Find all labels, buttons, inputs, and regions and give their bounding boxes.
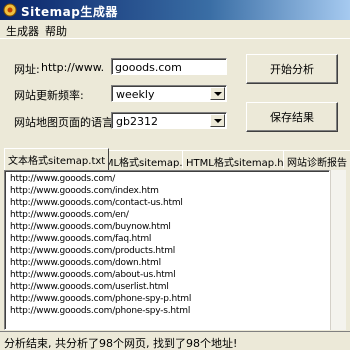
url-label: 网址: — [14, 63, 40, 76]
url-prefix: http://www. — [41, 61, 105, 74]
list-item: http://www.gooods.com/contact-us.html — [10, 198, 183, 208]
language-label: 网站地图页面的语言: — [14, 116, 117, 129]
window-title: Sitemap生成器 — [21, 5, 118, 19]
save-results-button[interactable]: 保存结果 — [246, 102, 338, 132]
menu-bar: 生成器 帮助 — [0, 20, 350, 39]
list-item: http://www.gooods.com/phone-spy-p.html — [10, 294, 192, 304]
title-bar[interactable]: Sitemap生成器 — [0, 0, 350, 20]
vertical-scrollbar[interactable] — [330, 170, 346, 330]
list-item: http://www.gooods.com/ — [10, 174, 116, 184]
sitemap-output[interactable]: http://www.gooods.com/ http://www.gooods… — [4, 170, 330, 330]
frequency-value: weekly — [116, 88, 155, 101]
list-item: http://www.gooods.com/en/ — [10, 210, 129, 220]
language-select[interactable]: gb2312 — [111, 112, 227, 129]
status-text: 分析结束, 共分析了98个网页, 找到了98个地址! — [4, 337, 238, 350]
list-item: http://www.gooods.com/userlist.html — [10, 282, 169, 292]
url-input-value: gooods.com — [115, 61, 182, 74]
start-analysis-button[interactable]: 开始分析 — [246, 54, 338, 84]
list-item: http://www.gooods.com/products.html — [10, 246, 176, 256]
list-item: http://www.gooods.com/phone-spy-s.html — [10, 306, 191, 316]
chevron-down-icon[interactable] — [210, 87, 225, 100]
frequency-label: 网站更新频率: — [14, 89, 84, 102]
list-item: http://www.gooods.com/down.html — [10, 258, 161, 268]
app-icon — [3, 3, 17, 17]
chevron-down-icon[interactable] — [210, 114, 225, 127]
list-item: http://www.gooods.com/about-us.html — [10, 270, 176, 280]
menu-generator[interactable]: 生成器 — [6, 23, 39, 39]
list-item: http://www.gooods.com/faq.html — [10, 234, 152, 244]
tab-txt[interactable]: 文本格式sitemap.txt — [4, 148, 110, 170]
tab-report[interactable]: 网站诊断报告 — [283, 150, 350, 169]
list-item: http://www.gooods.com/index.htm — [10, 186, 159, 196]
url-input[interactable]: gooods.com — [111, 58, 227, 75]
frequency-select[interactable]: weekly — [111, 85, 227, 102]
status-bar: 分析结束, 共分析了98个网页, 找到了98个地址! — [0, 331, 350, 350]
menu-help[interactable]: 帮助 — [45, 23, 67, 39]
language-value: gb2312 — [116, 115, 158, 128]
list-item: http://www.gooods.com/buynow.html — [10, 222, 171, 232]
